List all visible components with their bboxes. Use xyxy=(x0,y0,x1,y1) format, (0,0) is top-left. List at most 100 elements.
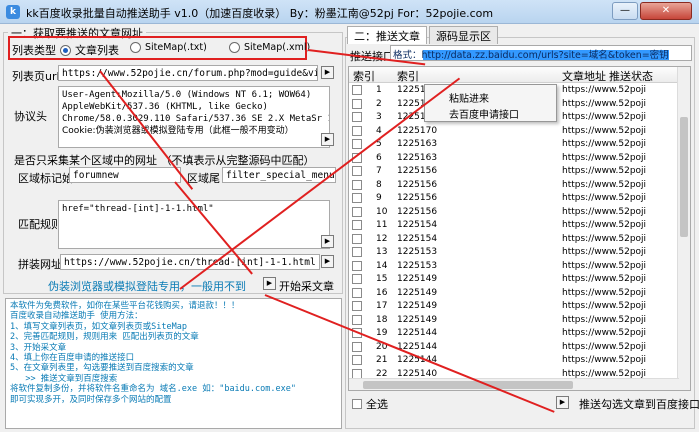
window-title: kk百度收录批量自动推送助手 v1.0（加速百度收录） By：粉墨江南@52pj… xyxy=(26,7,494,20)
row-checkbox[interactable] xyxy=(352,193,362,203)
scroll-thumb[interactable] xyxy=(680,117,688,237)
concat-url-label: 拼装网址 xyxy=(18,258,62,271)
row-checkbox[interactable] xyxy=(352,301,362,311)
row-checkbox[interactable] xyxy=(352,179,362,190)
cell-index: 10 xyxy=(376,206,388,217)
table-row[interactable]: 5 1225163 https://www.52poji xyxy=(349,138,679,152)
row-checkbox[interactable] xyxy=(352,85,362,95)
radio-sitemap-xml[interactable]: SiteMap(.xml) xyxy=(229,42,310,53)
select-all-checkbox[interactable]: 全选 xyxy=(352,396,388,412)
radio-dot xyxy=(60,44,71,56)
cell-url: https://www.52poji xyxy=(562,193,647,203)
cell-index: 4 xyxy=(376,125,382,136)
row-checkbox[interactable] xyxy=(352,260,362,271)
column-header-status[interactable]: 推送状态 xyxy=(609,68,653,84)
table-row[interactable]: 6 1225163 https://www.52poji xyxy=(349,152,679,166)
row-checkbox[interactable] xyxy=(352,125,362,136)
cell-index: 15 xyxy=(376,274,388,284)
cell-index: 1 xyxy=(376,85,382,95)
tab-source-view[interactable]: 源码显示区 xyxy=(429,26,498,44)
checkbox-box xyxy=(352,399,362,409)
region-start-input[interactable]: forumnew xyxy=(69,167,181,183)
list-url-play-icon[interactable]: ▶ xyxy=(321,66,334,79)
row-checkbox[interactable] xyxy=(352,166,362,176)
table-row[interactable]: 12 1225154 https://www.52poji xyxy=(349,233,679,247)
table-row[interactable]: 10 1225156 https://www.52poji xyxy=(349,206,679,220)
column-header-index[interactable]: 索引 xyxy=(353,68,375,84)
row-checkbox[interactable] xyxy=(352,287,362,298)
match-rule-play-icon[interactable]: ▶ xyxy=(321,235,334,248)
table-row[interactable]: 21 1225144 https://www.52poji xyxy=(349,354,679,368)
row-checkbox[interactable] xyxy=(352,220,362,230)
table-row[interactable]: 18 1225149 https://www.52poji xyxy=(349,314,679,328)
cell-url: https://www.52poji xyxy=(562,287,647,298)
table-row[interactable]: 8 1225156 https://www.52poji xyxy=(349,179,679,193)
column-header-id[interactable]: 索引 xyxy=(397,68,419,84)
row-checkbox[interactable] xyxy=(352,139,362,149)
cell-url: https://www.52poji xyxy=(562,233,647,244)
vertical-scrollbar[interactable] xyxy=(677,67,690,390)
row-checkbox[interactable] xyxy=(352,355,362,365)
row-checkbox[interactable] xyxy=(352,112,362,122)
start-fetch-play-icon[interactable]: ▶ xyxy=(263,277,276,290)
row-checkbox[interactable] xyxy=(352,368,362,379)
row-checkbox[interactable] xyxy=(352,274,362,284)
cell-url: https://www.52poji xyxy=(562,301,647,311)
row-checkbox[interactable] xyxy=(352,98,362,109)
start-fetch-button[interactable]: 开始采文章 xyxy=(279,278,334,294)
push-play-icon[interactable]: ▶ xyxy=(556,396,569,409)
row-checkbox[interactable] xyxy=(352,206,362,217)
protocol-header-textarea[interactable]: User-Agent:Mozilla/5.0 (Windows NT 6.1; … xyxy=(58,86,330,148)
radio-sitemap-txt[interactable]: SiteMap(.txt) xyxy=(130,42,207,53)
list-url-input[interactable]: https://www.52pojie.cn/forum.php?mod=gui… xyxy=(58,65,318,81)
concat-url-input[interactable]: https://www.52pojie.cn/thread-[int]-1-1.… xyxy=(60,254,320,270)
cell-url: https://www.52poji xyxy=(562,260,647,271)
cell-index: 16 xyxy=(376,287,388,298)
cell-url: https://www.52poji xyxy=(562,98,647,109)
push-api-input[interactable]: 格式：http://data.zz.baidu.com/urls?site=域名… xyxy=(390,45,692,61)
table-row[interactable]: 19 1225144 https://www.52poji xyxy=(349,327,679,341)
region-end-input[interactable]: filter_special_menu xyxy=(222,167,336,183)
table-row[interactable]: 4 1225170 https://www.52poji xyxy=(349,125,679,139)
row-checkbox[interactable] xyxy=(352,233,362,244)
cell-url: https://www.52poji xyxy=(562,166,647,176)
radio-label: SiteMap(.txt) xyxy=(145,42,207,53)
scroll-thumb[interactable] xyxy=(363,381,573,389)
table-header: 索引 索引 文章地址 推送状态 xyxy=(349,67,690,84)
cell-id: 1225156 xyxy=(397,179,438,190)
table-row[interactable]: 14 1225153 https://www.52poji xyxy=(349,260,679,274)
tab-push-articles[interactable]: 二：推送文章 xyxy=(347,26,427,44)
close-button[interactable]: ✕ xyxy=(640,2,692,20)
cell-id: 1225149 xyxy=(397,274,438,284)
table-row[interactable]: 17 1225149 https://www.52poji xyxy=(349,300,679,314)
table-row[interactable]: 11 1225154 https://www.52poji xyxy=(349,219,679,233)
menu-item-paste[interactable]: 粘贴进来 xyxy=(449,90,489,105)
table-row[interactable]: 13 1225153 https://www.52poji xyxy=(349,246,679,260)
row-checkbox[interactable] xyxy=(352,314,362,325)
concat-url-play-icon[interactable]: ▶ xyxy=(321,255,334,268)
spoof-hint: 伪装浏览器或模拟登陆专用，一般用不到 xyxy=(48,280,246,293)
table-row[interactable]: 7 1225156 https://www.52poji xyxy=(349,165,679,179)
horizontal-scrollbar[interactable] xyxy=(349,378,679,390)
cell-id: 1225156 xyxy=(397,193,438,203)
title-bar[interactable]: k kk百度收录批量自动推送助手 v1.0（加速百度收录） By：粉墨江南@52… xyxy=(0,0,699,24)
cell-id: 1225163 xyxy=(397,152,438,163)
cell-url: https://www.52poji xyxy=(562,206,647,217)
table-row[interactable]: 9 1225156 https://www.52poji xyxy=(349,192,679,206)
menu-item-apply-api[interactable]: 去百度申请接口 xyxy=(449,106,519,121)
cell-id: 1225149 xyxy=(397,301,438,311)
table-row[interactable]: 16 1225149 https://www.52poji xyxy=(349,287,679,301)
row-checkbox[interactable] xyxy=(352,341,362,352)
table-row[interactable]: 15 1225149 https://www.52poji xyxy=(349,273,679,287)
cell-url: https://www.52poji xyxy=(562,112,647,122)
cell-index: 9 xyxy=(376,193,382,203)
cell-id: 1225149 xyxy=(397,287,438,298)
row-checkbox[interactable] xyxy=(352,247,362,257)
push-selected-button[interactable]: 推送勾选文章到百度接口 xyxy=(579,396,699,412)
minimize-button[interactable]: — xyxy=(612,2,638,20)
cell-index: 6 xyxy=(376,152,382,163)
protocol-play-icon[interactable]: ▶ xyxy=(321,133,334,146)
cell-index: 18 xyxy=(376,314,388,325)
column-header-url[interactable]: 文章地址 xyxy=(562,68,606,84)
radio-article-list[interactable]: 文章列表 xyxy=(60,42,119,58)
